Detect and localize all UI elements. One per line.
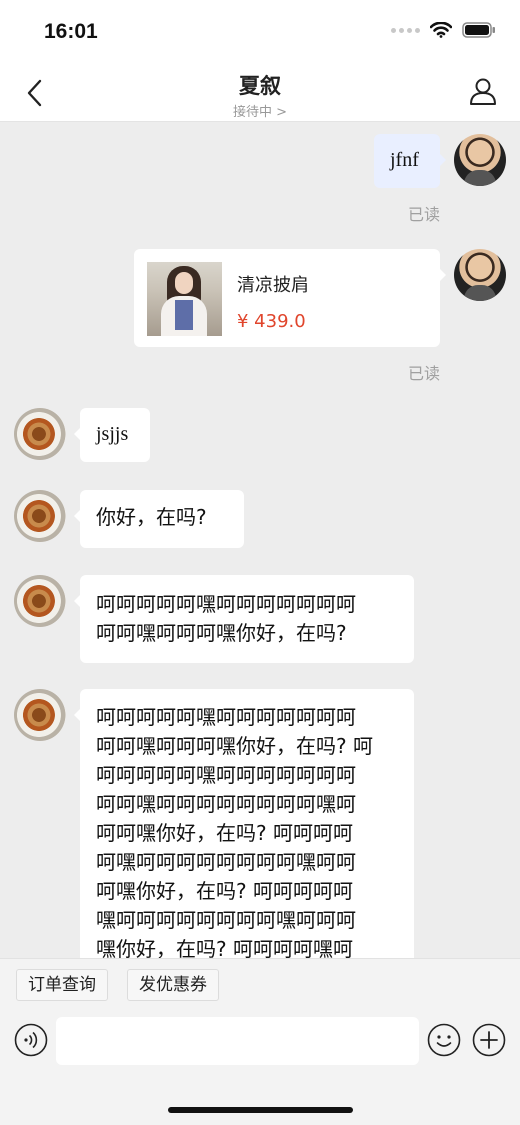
input-panel: 订单查询 发优惠券 — [0, 958, 520, 1125]
product-name: 清凉披肩 — [237, 275, 309, 296]
signal-icon — [391, 27, 420, 33]
battery-icon — [462, 22, 495, 38]
read-status: 已读 — [408, 205, 441, 224]
home-indicator — [168, 1107, 353, 1113]
customer-avatar[interactable] — [14, 689, 66, 741]
add-more-icon[interactable] — [472, 1023, 506, 1057]
message-line: 呵嘿呵呵呵呵呵呵呵呵嘿呵呵 — [96, 850, 356, 874]
product-image — [147, 262, 222, 336]
product-price: ¥ 439.0 — [237, 311, 306, 332]
page-title: 夏叙 — [239, 74, 281, 98]
message-bubble-received[interactable]: 呵呵呵呵呵嘿呵呵呵呵呵呵呵 呵呵嘿呵呵呵嘿你好，在吗? — [74, 575, 414, 663]
customer-avatar[interactable] — [14, 408, 66, 460]
product-card[interactable]: 清凉披肩 ¥ 439.0 — [134, 249, 446, 347]
message-bubble-received[interactable]: 你好，在吗? — [74, 490, 244, 548]
message-line: 呵嘿你好，在吗? 呵呵呵呵呵 — [96, 879, 353, 903]
read-status: 已读 — [408, 364, 441, 383]
voice-icon[interactable] — [14, 1023, 48, 1057]
status-icons — [391, 22, 496, 38]
message-text: 你好，在吗? — [96, 505, 207, 529]
user-profile-icon[interactable] — [468, 76, 498, 106]
message-line: 呵呵呵呵呵嘿呵呵呵呵呵呵呵 — [96, 763, 356, 787]
agent-avatar[interactable] — [454, 249, 506, 301]
message-line: 呵呵呵呵呵嘿呵呵呵呵呵呵呵 — [96, 592, 356, 616]
message-bubble-sent[interactable]: jfnf — [374, 134, 446, 188]
status-time: 16:01 — [44, 20, 98, 43]
message-text: jfnf — [390, 149, 419, 171]
message-line: 呵呵呵呵呵嘿呵呵呵呵呵呵呵 — [96, 705, 356, 729]
customer-avatar[interactable] — [14, 490, 66, 542]
reception-status-link[interactable]: 接待中 > — [0, 101, 520, 120]
message-line: 呵呵嘿呵呵呵嘿你好，在吗? 呵 — [96, 734, 373, 758]
message-line: 嘿你好，在吗? 呵呵呵呵嘿呵 — [96, 937, 353, 958]
message-line: 嘿呵呵呵呵呵呵呵呵嘿呵呵呵 — [96, 908, 356, 932]
emoji-icon[interactable] — [427, 1023, 461, 1057]
order-query-button[interactable]: 订单查询 — [16, 969, 108, 1001]
send-coupon-button[interactable]: 发优惠券 — [127, 969, 219, 1001]
message-line: 呵呵嘿呵呵呵嘿你好，在吗? — [96, 621, 347, 645]
nav-bar: 夏叙 接待中 > — [0, 64, 520, 122]
message-text: jsjjs — [96, 423, 129, 445]
customer-avatar[interactable] — [14, 575, 66, 627]
agent-avatar[interactable] — [454, 134, 506, 186]
message-line: 呵呵嘿呵呵呵呵呵呵呵呵嘿呵 — [96, 792, 356, 816]
status-bar: 16:01 — [0, 0, 520, 64]
message-input[interactable] — [56, 1017, 419, 1065]
chat-area[interactable]: jfnf 已读 清凉披肩 ¥ 439.0 已读 jsjjs 你好，在吗? 呵呵呵… — [0, 122, 520, 958]
wifi-icon — [430, 22, 452, 38]
message-line: 呵呵嘿你好，在吗? 呵呵呵呵 — [96, 821, 353, 845]
message-bubble-received[interactable]: jsjjs — [74, 408, 150, 462]
message-bubble-received[interactable]: 呵呵呵呵呵嘿呵呵呵呵呵呵呵 呵呵嘿呵呵呵嘿你好，在吗? 呵 呵呵呵呵呵嘿呵呵呵呵… — [74, 689, 414, 958]
